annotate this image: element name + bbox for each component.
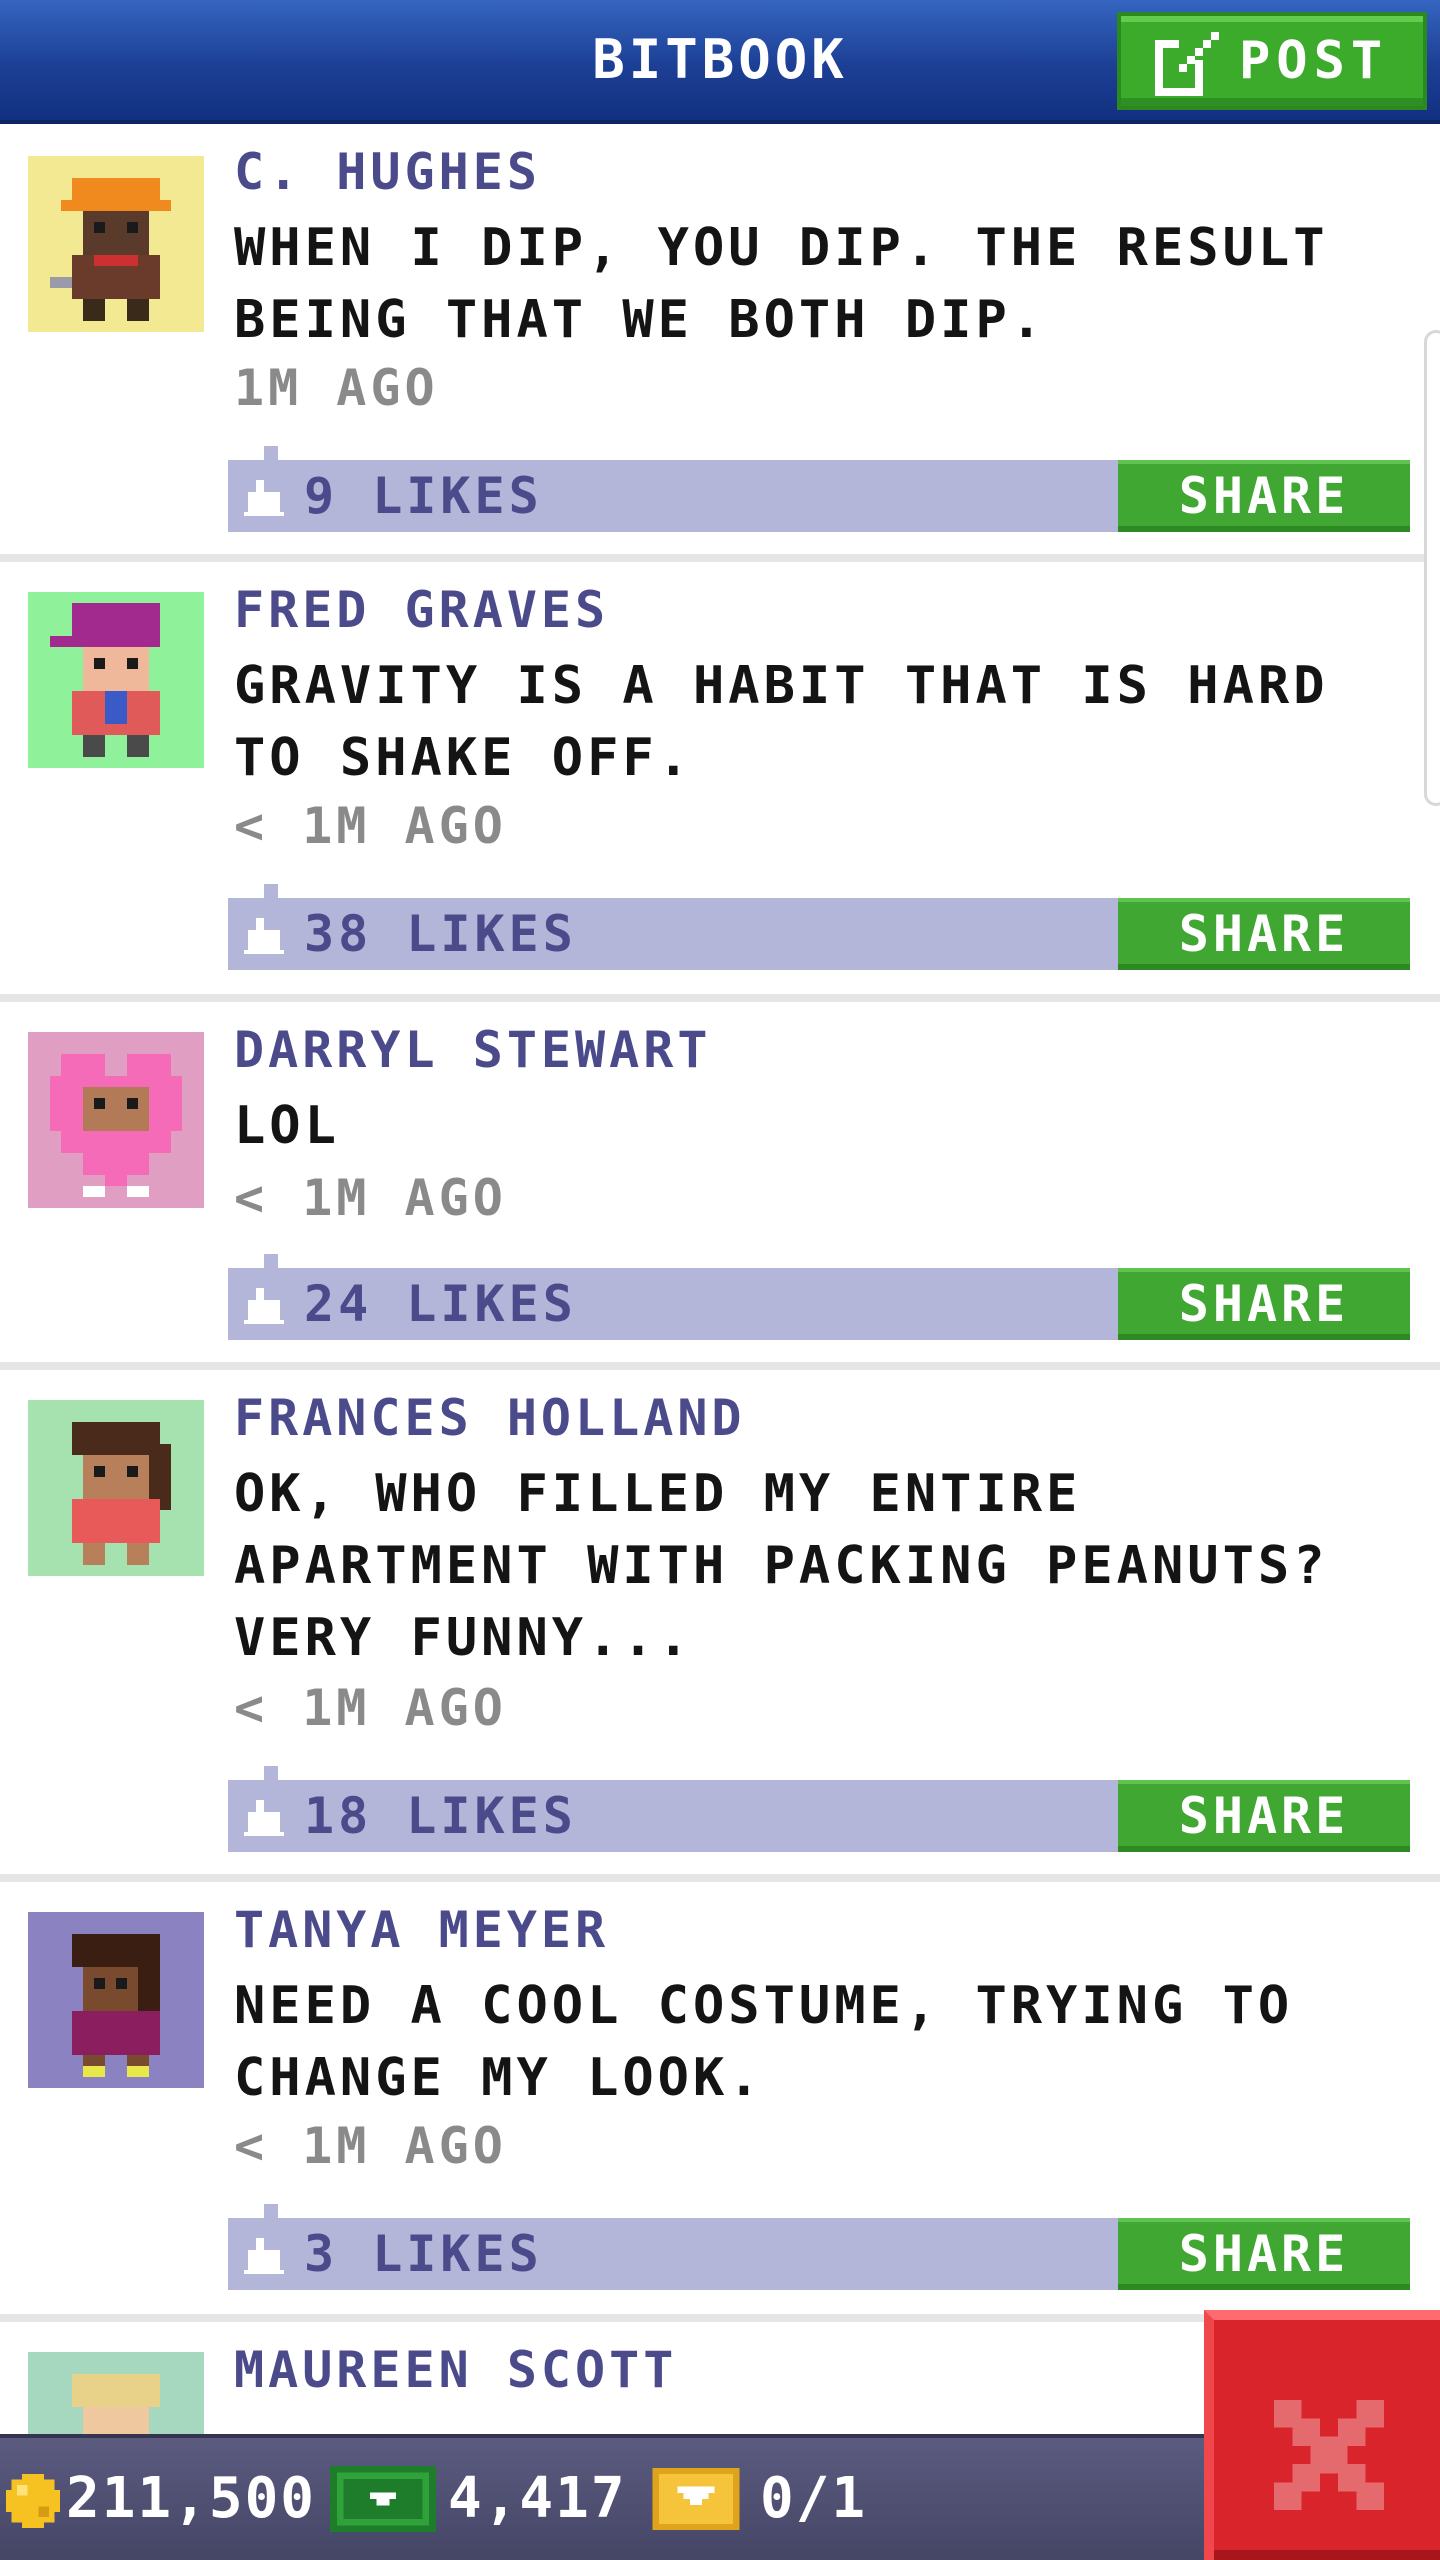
avatar[interactable] — [28, 1032, 204, 1208]
ticket-icon — [652, 2468, 740, 2530]
post-time: < 1M AGO — [234, 1679, 507, 1737]
post-author: MAUREEN SCOTT — [234, 2341, 678, 2399]
like-bar-notch — [264, 1254, 278, 1268]
post-message: GRAVITY IS A HABIT THAT IS HARD TO SHAKE… — [234, 656, 1329, 788]
share-button[interactable]: SHARE — [1118, 2218, 1410, 2290]
coin-icon — [6, 2474, 60, 2528]
post-author: FRED GRAVES — [234, 581, 610, 639]
avatar[interactable] — [28, 1912, 204, 2088]
post-author: C. HUGHES — [234, 143, 541, 201]
like-bar-notch — [264, 446, 278, 460]
feed-post: FRANCES HOLLAND OK, WHO FILLED MY ENTIRE… — [0, 1370, 1440, 1882]
like-bar[interactable]: 9 LIKES SHARE — [228, 446, 1410, 532]
post-divider — [0, 1362, 1440, 1370]
like-bar[interactable]: 18 LIKES SHARE — [228, 1766, 1410, 1852]
post-author: DARRYL STEWART — [234, 1021, 712, 1079]
post-message: LOL — [234, 1096, 340, 1156]
thumbs-up-icon — [244, 1288, 284, 1324]
post-time: < 1M AGO — [234, 2117, 507, 2175]
like-bar-notch — [264, 2204, 278, 2218]
bux-icon — [330, 2466, 436, 2532]
feed-post: TANYA MEYER NEED A COOL COSTUME, TRYING … — [0, 1882, 1440, 2322]
like-count: 18 LIKES — [304, 1787, 577, 1845]
share-button[interactable]: SHARE — [1118, 1780, 1410, 1852]
avatar[interactable] — [28, 156, 204, 332]
app-header: BITBOOK POST — [0, 0, 1440, 124]
post-divider — [0, 1874, 1440, 1882]
like-bar[interactable]: 38 LIKES SHARE — [228, 884, 1410, 970]
post-button-label: POST — [1239, 31, 1389, 91]
post-message: WHEN I DIP, YOU DIP. THE RESULT BEING TH… — [234, 218, 1329, 350]
like-bar-notch — [264, 1766, 278, 1780]
post-time: < 1M AGO — [234, 1169, 507, 1227]
post-message: OK, WHO FILLED MY ENTIRE APARTMENT WITH … — [234, 1464, 1329, 1668]
close-button[interactable] — [1204, 2310, 1440, 2560]
share-button[interactable]: SHARE — [1118, 1268, 1410, 1340]
like-count: 38 LIKES — [304, 905, 577, 963]
post-time: < 1M AGO — [234, 797, 507, 855]
feed-post: FRED GRAVES GRAVITY IS A HABIT THAT IS H… — [0, 562, 1440, 1002]
thumbs-up-icon — [244, 1800, 284, 1836]
close-icon — [1274, 2400, 1384, 2510]
post-divider — [0, 554, 1440, 562]
tickets-value: 0/1 — [760, 2466, 868, 2531]
like-count: 9 LIKES — [304, 467, 543, 525]
like-bar[interactable]: 24 LIKES SHARE — [228, 1254, 1410, 1340]
like-bar-notch — [264, 884, 278, 898]
post-author: TANYA MEYER — [234, 1901, 610, 1959]
post-message: NEED A COOL COSTUME, TRYING TO CHANGE MY… — [234, 1976, 1294, 2108]
feed-post: DARRYL STEWART LOL < 1M AGO 24 LIKES SHA… — [0, 1002, 1440, 1370]
bux-value: 4,417 — [448, 2466, 627, 2531]
like-bar[interactable]: 3 LIKES SHARE — [228, 2204, 1410, 2290]
post-author: FRANCES HOLLAND — [234, 1389, 746, 1447]
thumbs-up-icon — [244, 2238, 284, 2274]
thumbs-up-icon — [244, 480, 284, 516]
coins-value: 211,500 — [66, 2466, 317, 2531]
scrollbar[interactable] — [1424, 330, 1440, 806]
share-button[interactable]: SHARE — [1118, 460, 1410, 532]
avatar[interactable] — [28, 1400, 204, 1576]
like-count: 3 LIKES — [304, 2225, 543, 2283]
post-divider — [0, 994, 1440, 1002]
avatar[interactable] — [28, 592, 204, 768]
feed-post: C. HUGHES WHEN I DIP, YOU DIP. THE RESUL… — [0, 124, 1440, 562]
thumbs-up-icon — [244, 918, 284, 954]
post-time: 1M AGO — [234, 359, 439, 417]
like-count: 24 LIKES — [304, 1275, 577, 1333]
share-button[interactable]: SHARE — [1118, 898, 1410, 970]
avatar[interactable] — [28, 2352, 204, 2434]
edit-icon — [1155, 32, 1219, 96]
post-button[interactable]: POST — [1117, 12, 1427, 110]
